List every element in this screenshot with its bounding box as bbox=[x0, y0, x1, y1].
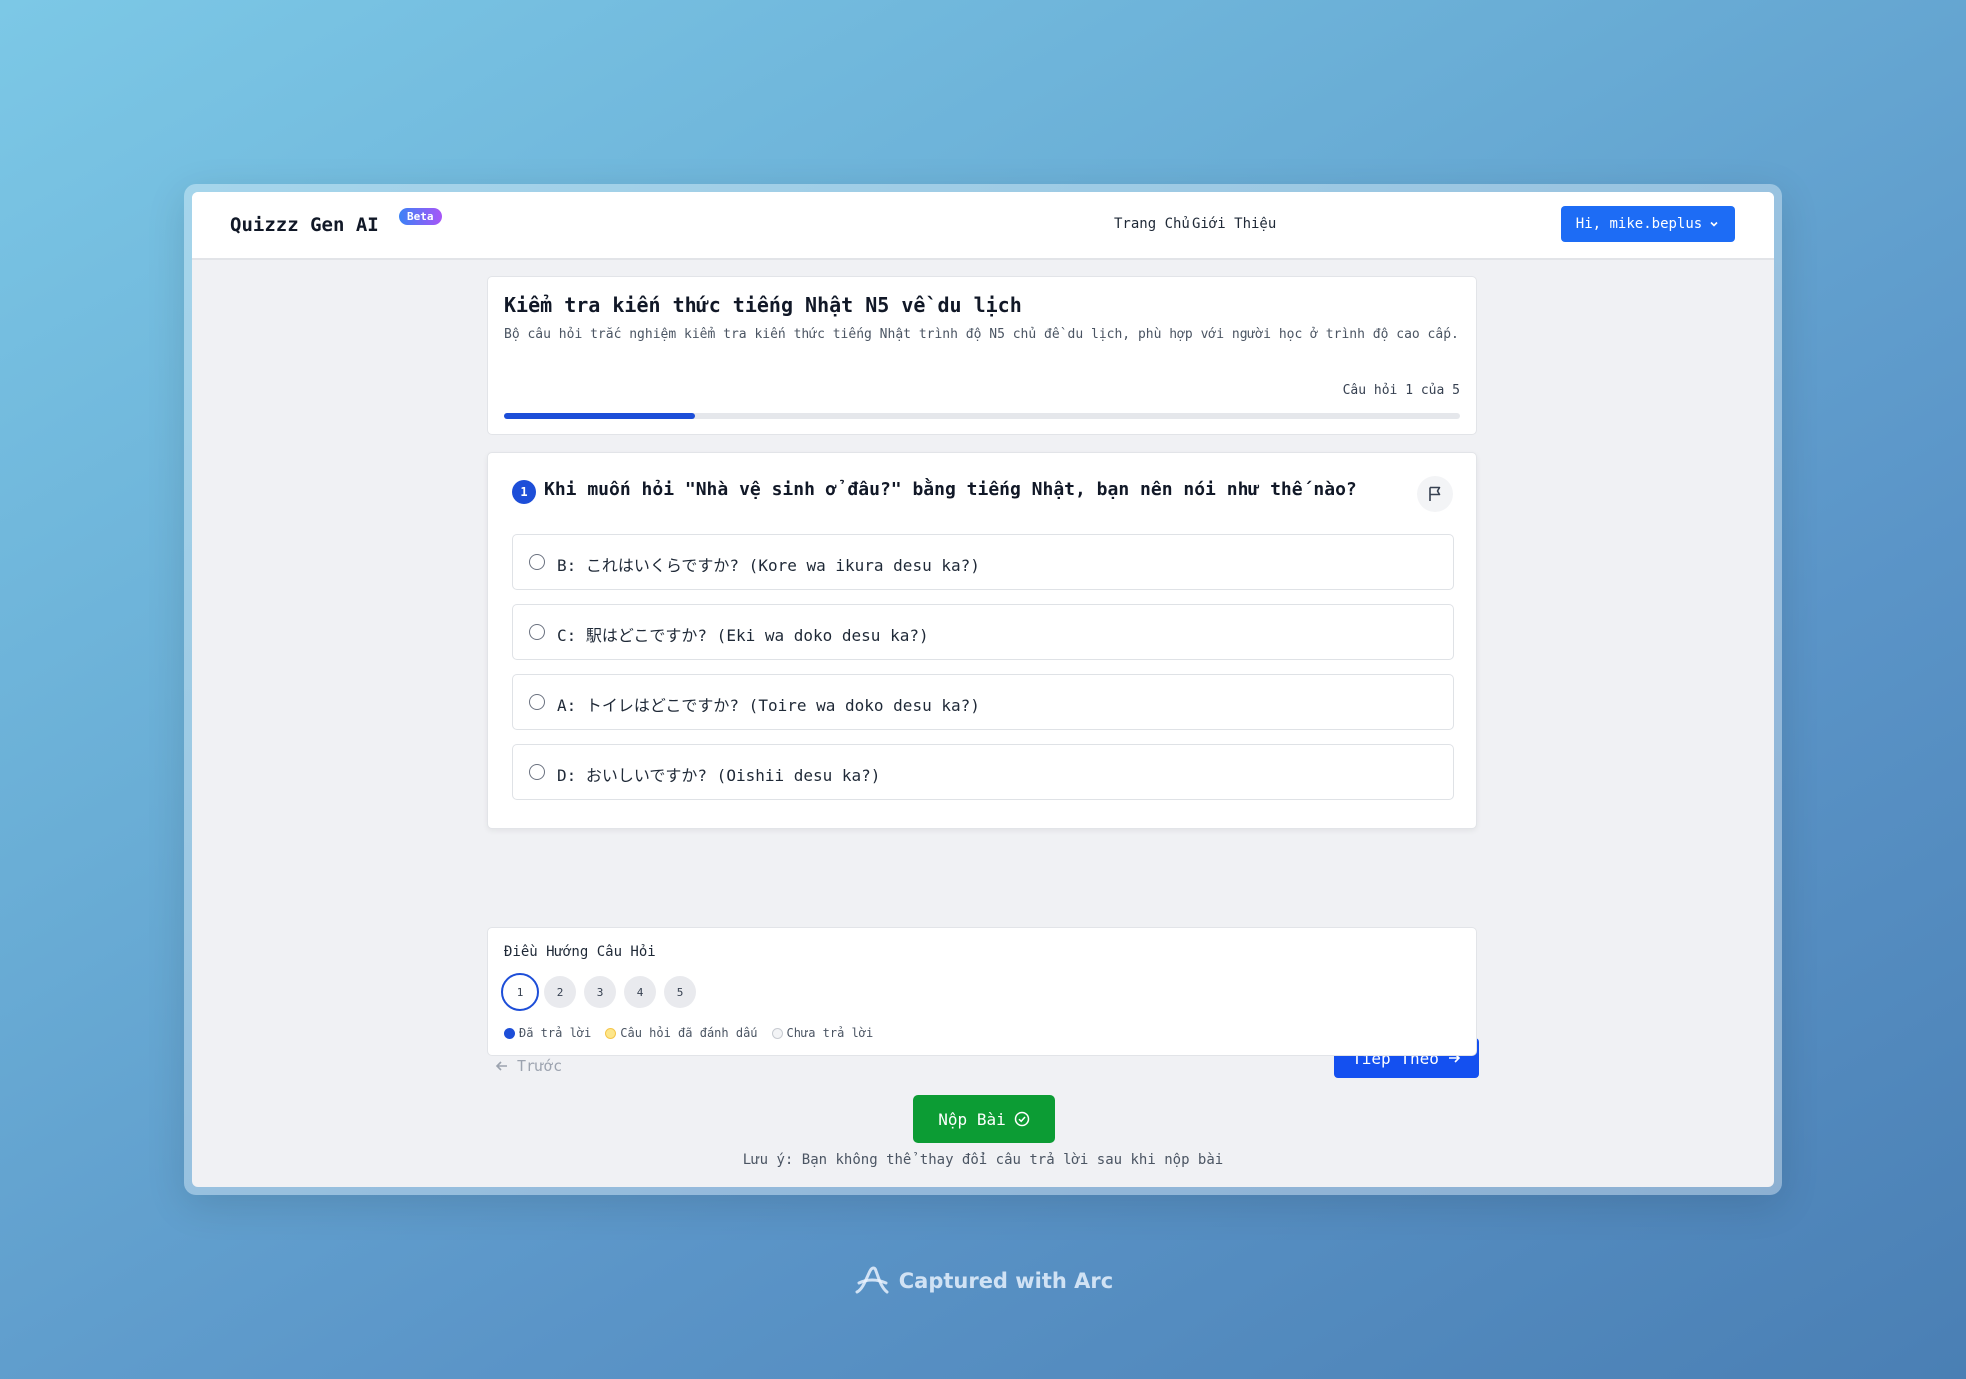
unanswered-dot-icon bbox=[771, 1027, 783, 1039]
arc-watermark: Captured with Arc bbox=[0, 1265, 1966, 1297]
question-nav-item-2[interactable]: 2 bbox=[544, 976, 576, 1008]
radio-button[interactable] bbox=[529, 554, 545, 570]
question-nav-item-4[interactable]: 4 bbox=[624, 976, 656, 1008]
question-navigator: Điều Hướng Câu Hỏi 1 2 3 4 5 Đã trả lời … bbox=[487, 927, 1477, 1056]
app-viewport: Quizzz Gen AI Beta Trang Chủ Giới Thiệu … bbox=[192, 192, 1774, 1187]
quiz-header-card: Kiểm tra kiến thức tiếng Nhật N5 về du l… bbox=[487, 276, 1477, 435]
user-menu-button[interactable]: Hi, mike.beplus bbox=[1561, 206, 1735, 242]
chevron-down-icon bbox=[1710, 221, 1718, 227]
answered-dot-icon bbox=[504, 1027, 515, 1039]
question-text: Khi muốn hỏi "Nhà vệ sinh ở đâu?" bằng t… bbox=[544, 479, 1357, 500]
user-menu-label: Hi, mike.beplus bbox=[1575, 216, 1703, 232]
answer-option-label: B: これはいくらですか? (Kore wa ikura desu ka?) bbox=[557, 556, 980, 575]
previous-button-label: Trước bbox=[517, 1057, 563, 1075]
navigator-legend: Đã trả lời Câu hỏi đã đánh dấu Chưa trả … bbox=[504, 1026, 873, 1040]
answer-option-label: D: おいしいですか? (Oishii desu ka?) bbox=[557, 766, 881, 785]
answer-option-label: A: トイレはどこですか? (Toire wa doko desu ka?) bbox=[557, 696, 980, 715]
top-navbar: Quizzz Gen AI Beta Trang Chủ Giới Thiệu … bbox=[192, 192, 1774, 260]
answer-option[interactable]: B: これはいくらですか? (Kore wa ikura desu ka?) bbox=[512, 534, 1454, 590]
legend-answered: Đã trả lời bbox=[504, 1026, 591, 1040]
nav-link-home[interactable]: Trang Chủ bbox=[1114, 216, 1190, 232]
submit-note: Lưu ý: Bạn không thể thay đổi câu trả lờ… bbox=[742, 1152, 1224, 1168]
legend-flagged: Câu hỏi đã đánh dấu bbox=[605, 1026, 758, 1040]
check-circle-icon bbox=[1014, 1111, 1029, 1127]
legend-answered-label: Đã trả lời bbox=[519, 1026, 592, 1040]
progress-bar bbox=[504, 413, 1460, 419]
legend-flagged-label: Câu hỏi đã đánh dấu bbox=[620, 1026, 758, 1040]
flagged-dot-icon bbox=[605, 1027, 617, 1039]
legend-unanswered-label: Chưa trả lời bbox=[786, 1026, 874, 1040]
brand-logo[interactable]: Quizzz Gen AI bbox=[230, 214, 379, 236]
radio-button[interactable] bbox=[529, 694, 545, 710]
legend-unanswered: Chưa trả lời bbox=[771, 1026, 874, 1040]
flag-icon bbox=[1429, 486, 1441, 501]
radio-button[interactable] bbox=[529, 624, 545, 640]
nav-link-about[interactable]: Giới Thiệu bbox=[1192, 216, 1276, 232]
quiz-title: Kiểm tra kiến thức tiếng Nhật N5 về du l… bbox=[504, 293, 1022, 317]
progress-text: Câu hỏi 1 của 5 bbox=[1342, 383, 1460, 398]
answer-option[interactable]: D: おいしいですか? (Oishii desu ka?) bbox=[512, 744, 1454, 800]
navigator-title: Điều Hướng Câu Hỏi bbox=[504, 944, 656, 960]
watermark-text: Captured with Arc bbox=[898, 1269, 1114, 1293]
progress-bar-fill bbox=[504, 413, 696, 419]
question-number-badge: 1 bbox=[512, 480, 536, 504]
answer-option[interactable]: C: 駅はどこですか? (Eki wa doko desu ka?) bbox=[512, 604, 1454, 660]
browser-window: Quizzz Gen AI Beta Trang Chủ Giới Thiệu … bbox=[184, 184, 1782, 1195]
question-nav-item-3[interactable]: 3 bbox=[584, 976, 616, 1008]
arrow-left-icon bbox=[495, 1061, 507, 1071]
question-nav-item-5[interactable]: 5 bbox=[664, 976, 696, 1008]
quiz-description: Bộ câu hỏi trắc nghiệm kiểm tra kiến thứ… bbox=[504, 327, 1459, 342]
flag-question-button[interactable] bbox=[1417, 476, 1453, 512]
radio-button[interactable] bbox=[529, 764, 545, 780]
submit-button-label: Nộp Bài bbox=[938, 1109, 1006, 1129]
beta-badge: Beta bbox=[399, 208, 442, 225]
submit-button[interactable]: Nộp Bài bbox=[913, 1095, 1055, 1143]
answer-option[interactable]: A: トイレはどこですか? (Toire wa doko desu ka?) bbox=[512, 674, 1454, 730]
question-card: 1 Khi muốn hỏi "Nhà vệ sinh ở đâu?" bằng… bbox=[487, 452, 1477, 829]
arc-logo-icon bbox=[855, 1266, 889, 1294]
question-nav-item-1[interactable]: 1 bbox=[501, 973, 539, 1011]
answer-option-label: C: 駅はどこですか? (Eki wa doko desu ka?) bbox=[557, 626, 929, 645]
